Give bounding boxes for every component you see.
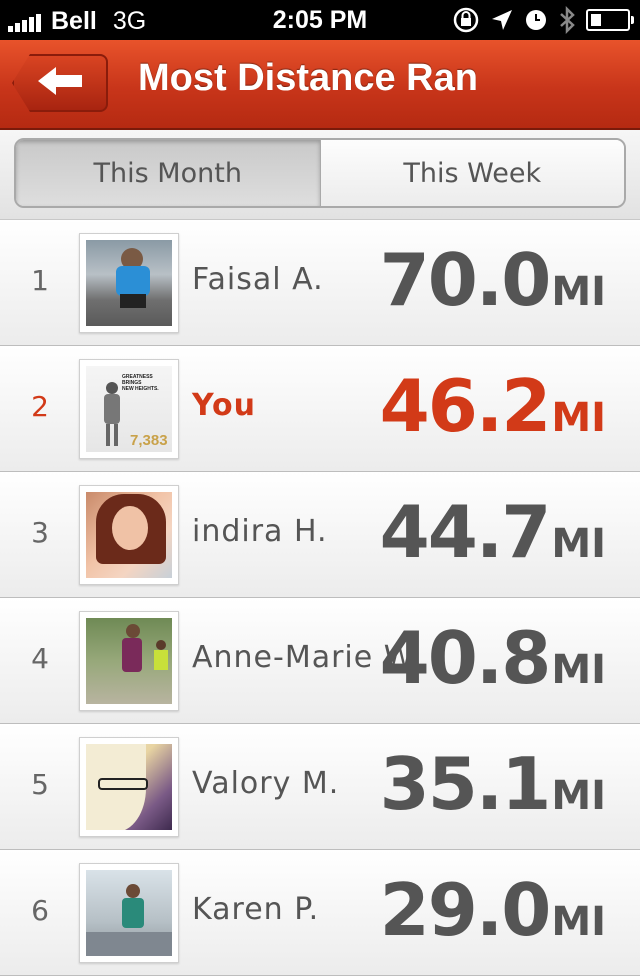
avatar: GREATNESS BRINGS NEW HEIGHTS. 7,383 xyxy=(79,359,179,459)
leaderboard-list: 1 Faisal A. 70.0 MI 2 GREATNESS BRINGS N… xyxy=(0,220,640,976)
runner-photo xyxy=(86,744,172,830)
distance-number: 35.1 xyxy=(379,742,552,826)
distance-unit: MI xyxy=(551,269,606,315)
rank-number: 1 xyxy=(31,264,49,297)
period-selector-bar: This Month This Week xyxy=(0,130,640,220)
rank-number: 2 xyxy=(31,390,49,423)
bluetooth-icon xyxy=(558,6,576,34)
leaderboard-row[interactable]: 4 Anne-Marie W. 40.8 MI xyxy=(0,598,640,724)
poster-number: 7,383 xyxy=(130,432,168,449)
tab-this-month[interactable]: This Month xyxy=(16,140,321,206)
distance-value: 29.0 MI xyxy=(380,868,606,952)
period-segmented-control: This Month This Week xyxy=(14,138,626,208)
leaderboard-row[interactable]: 1 Faisal A. 70.0 MI xyxy=(0,220,640,346)
rank-number: 6 xyxy=(31,894,49,927)
avatar xyxy=(79,863,179,963)
distance-unit: MI xyxy=(551,521,606,567)
leaderboard-row[interactable]: 3 indira H. 44.7 MI xyxy=(0,472,640,598)
alarm-icon xyxy=(524,8,548,32)
runner-photo xyxy=(86,870,172,956)
rank-number: 5 xyxy=(31,768,49,801)
avatar xyxy=(79,737,179,837)
runner-photo xyxy=(86,618,172,704)
back-arrow-icon xyxy=(36,65,84,101)
runner-name: Valory M. xyxy=(192,766,340,801)
poster-text-line1: GREATNESS BRINGS xyxy=(122,374,153,386)
distance-number: 44.7 xyxy=(379,490,552,574)
distance-unit: MI xyxy=(551,647,606,693)
runner-name: Faisal A. xyxy=(192,262,324,297)
poster-text-line2: NEW HEIGHTS. xyxy=(122,386,159,392)
back-button[interactable] xyxy=(12,54,108,112)
distance-unit: MI xyxy=(551,899,606,945)
leaderboard-row[interactable]: 5 Valory M. 35.1 MI xyxy=(0,724,640,850)
nav-header: Most Distance Ran xyxy=(0,40,640,130)
distance-value: 40.8 MI xyxy=(380,616,606,700)
distance-value: 46.2 MI xyxy=(380,364,606,448)
runner-name: You xyxy=(192,388,256,423)
rank-number: 3 xyxy=(31,516,49,549)
rank-number: 4 xyxy=(31,642,49,675)
status-bar: Bell 3G 2:05 PM xyxy=(0,0,640,40)
nike-poster-photo: GREATNESS BRINGS NEW HEIGHTS. 7,383 xyxy=(86,366,172,452)
tab-this-week[interactable]: This Week xyxy=(320,140,624,206)
leaderboard-row-user[interactable]: 2 GREATNESS BRINGS NEW HEIGHTS. 7,383 Yo… xyxy=(0,346,640,472)
distance-number: 40.8 xyxy=(379,616,552,700)
runner-photo xyxy=(86,240,172,326)
distance-value: 44.7 MI xyxy=(380,490,606,574)
distance-unit: MI xyxy=(551,773,606,819)
location-icon xyxy=(490,8,514,32)
distance-value: 70.0 MI xyxy=(380,238,606,322)
runner-name: Karen P. xyxy=(192,892,320,927)
battery-fill xyxy=(591,14,602,26)
rotation-lock-icon xyxy=(452,6,480,34)
distance-value: 35.1 MI xyxy=(380,742,606,826)
avatar xyxy=(79,233,179,333)
distance-number: 70.0 xyxy=(379,238,552,322)
avatar xyxy=(79,611,179,711)
avatar xyxy=(79,485,179,585)
distance-unit: MI xyxy=(551,395,606,441)
distance-number: 46.2 xyxy=(379,364,552,448)
page-title: Most Distance Ran xyxy=(138,57,478,99)
distance-number: 29.0 xyxy=(379,868,552,952)
runner-name: indira H. xyxy=(192,514,328,549)
runner-photo xyxy=(86,492,172,578)
leaderboard-row[interactable]: 6 Karen P. 29.0 MI xyxy=(0,850,640,976)
battery-icon xyxy=(586,9,634,31)
